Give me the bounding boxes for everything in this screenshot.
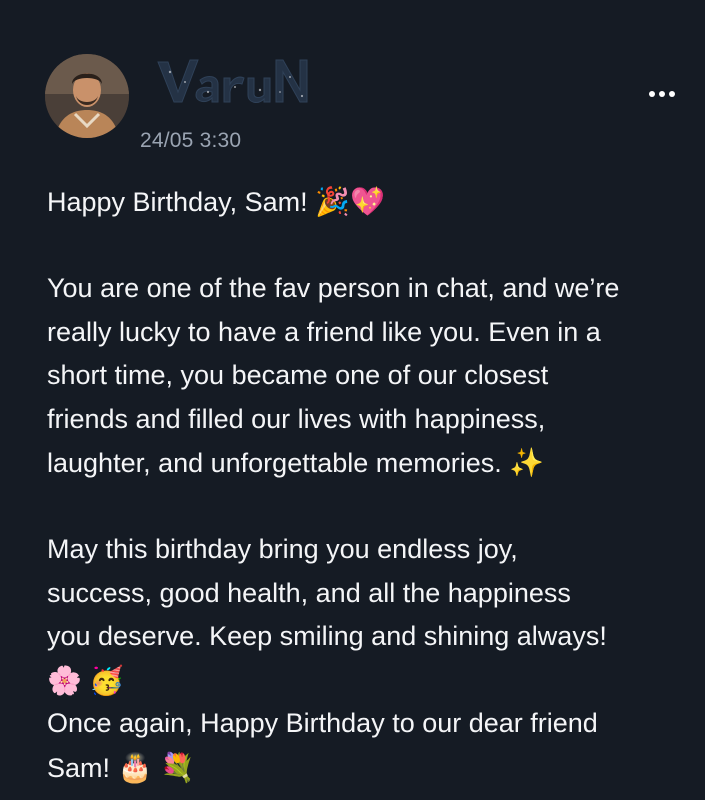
author-avatar[interactable] [45, 54, 129, 138]
paragraph1-line: friends and filled our lives with happin… [47, 403, 546, 434]
greeting-line: Happy Birthday, Sam! 🎉💖 [47, 180, 697, 224]
more-horizontal-icon-dot [669, 91, 675, 97]
paragraph1-line: You are one of the fav person in chat, a… [47, 273, 620, 303]
closing-text: Sam! [47, 752, 111, 783]
paragraph2-line: success, good health, and all the happin… [47, 577, 571, 608]
paragraph2-emoji-line: 🌸 🥳 [47, 659, 697, 703]
paragraph1-line: really lucky to have a friend like you. … [47, 316, 601, 347]
birthday-cake-icon: 🎂 [117, 750, 153, 784]
message-body: Happy Birthday, Sam! 🎉💖 You are one of t… [47, 180, 697, 789]
cherry-blossom-icon: 🌸 [47, 663, 82, 697]
paragraph1-line: short time, you became one of our closes… [47, 360, 549, 390]
paragraph2-line: you deserve. Keep smiling and shining al… [47, 621, 607, 651]
more-horizontal-icon-dot [659, 91, 665, 97]
closing-line-last: Sam! 🎂 💐 [47, 746, 697, 790]
author-name[interactable] [150, 52, 320, 112]
paragraph1-text: laughter, and unforgettable memories. [47, 448, 502, 478]
closing-line: Once again, Happy Birthday to our dear f… [47, 708, 598, 738]
avatar-photo [45, 54, 129, 138]
paragraph1-line-last: laughter, and unforgettable memories. ✨ [47, 441, 697, 485]
bouquet-icon: 💐 [159, 750, 195, 784]
greeting-text: Happy Birthday, Sam! [47, 187, 308, 217]
more-options-button[interactable] [640, 80, 684, 108]
author-name-signature [157, 59, 308, 103]
chat-post: 24/05 3:30 Happy Birthday, Sam! 🎉💖 You a… [0, 0, 705, 800]
post-timestamp: 24/05 3:30 [140, 129, 242, 152]
sparkling-heart-icon: 💖 [350, 185, 385, 218]
paragraph2-line: May this birthday bring you endless joy, [47, 534, 518, 564]
more-horizontal-icon [649, 91, 655, 97]
partying-face-icon: 🥳 [89, 663, 125, 697]
party-popper-icon: 🎉 [315, 185, 351, 218]
sparkles-icon: ✨ [509, 446, 545, 479]
